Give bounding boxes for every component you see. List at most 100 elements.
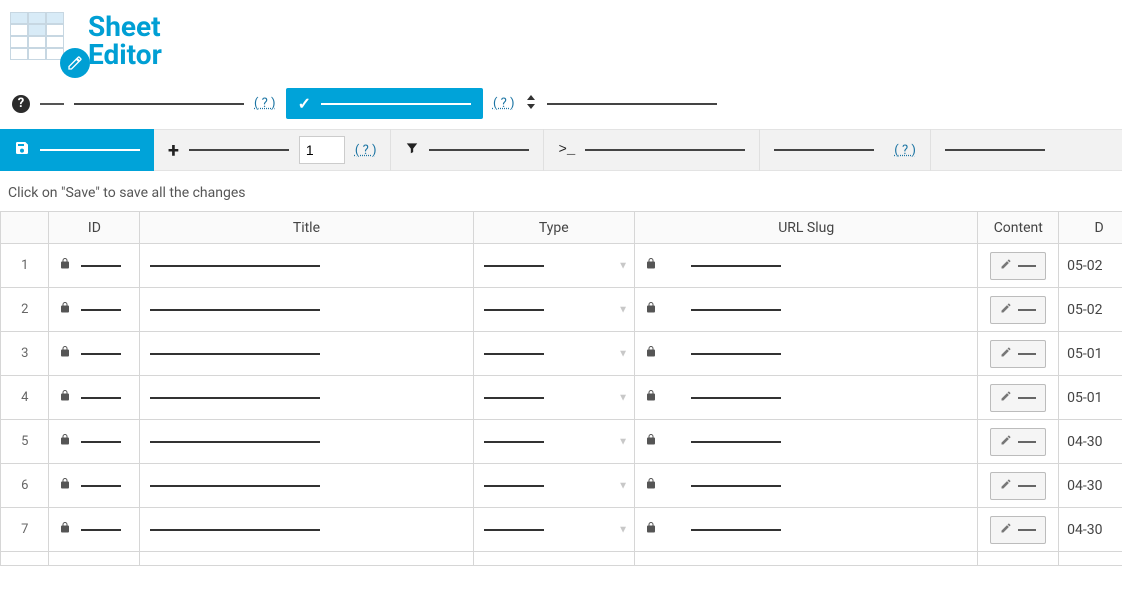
cell-slug[interactable] (635, 464, 978, 508)
pencil-circle-icon (60, 48, 90, 78)
cell-type[interactable]: ▼ (473, 376, 635, 420)
cell-type[interactable]: ▼ (473, 420, 635, 464)
spreadsheet-table: ID Title Type URL Slug Content D 1 ▼ (0, 211, 1122, 566)
toolbar: + ( ? ) >_ ( ? ) (0, 129, 1122, 171)
cell-id[interactable] (49, 288, 140, 332)
placeholder (547, 103, 717, 105)
placeholder (81, 265, 121, 267)
lock-icon (645, 433, 657, 450)
lock-icon (645, 521, 657, 538)
edit-content-button[interactable] (990, 252, 1046, 280)
col-date[interactable]: D (1059, 212, 1122, 244)
cell-id[interactable] (49, 464, 140, 508)
table-row: 5 ▼ (1, 420, 1122, 464)
active-toolbar-button[interactable]: ✓ (286, 88, 483, 119)
placeholder (1018, 397, 1036, 399)
row-number: 1 (1, 244, 49, 288)
cell-type[interactable] (473, 552, 635, 566)
rows-count-input[interactable] (299, 136, 345, 164)
placeholder (691, 529, 781, 531)
cell-slug[interactable] (635, 244, 978, 288)
cell-title[interactable] (140, 420, 473, 464)
cell-type[interactable]: ▼ (473, 332, 635, 376)
dropdown-arrow-icon: ▼ (618, 436, 628, 447)
filter-icon[interactable] (405, 141, 419, 159)
edit-content-button[interactable] (990, 516, 1046, 544)
cell-date[interactable]: 04-30 (1059, 508, 1122, 552)
cell-date[interactable]: 05-01 (1059, 376, 1122, 420)
edit-content-button[interactable] (990, 428, 1046, 456)
help-link[interactable]: ( ? ) (894, 143, 916, 158)
cell-slug[interactable] (635, 376, 978, 420)
col-slug[interactable]: URL Slug (635, 212, 978, 244)
placeholder (945, 149, 1045, 151)
cell-id[interactable] (49, 420, 140, 464)
edit-content-button[interactable] (990, 472, 1046, 500)
cell-content (978, 332, 1059, 376)
col-title[interactable]: Title (140, 212, 473, 244)
placeholder (150, 265, 320, 267)
table-row: 3 ▼ (1, 332, 1122, 376)
edit-content-button[interactable] (990, 340, 1046, 368)
lock-icon (59, 433, 71, 450)
sort-icon[interactable] (525, 95, 537, 112)
save-button[interactable] (0, 129, 154, 171)
cell-slug[interactable] (635, 332, 978, 376)
placeholder (1018, 529, 1036, 531)
cell-slug[interactable] (635, 288, 978, 332)
cell-slug[interactable] (635, 420, 978, 464)
lock-icon (59, 301, 71, 318)
plus-icon[interactable]: + (168, 138, 179, 162)
col-rownum (1, 212, 49, 244)
table-row: 6 ▼ (1, 464, 1122, 508)
placeholder (150, 485, 320, 487)
cell-title[interactable] (140, 376, 473, 420)
help-link[interactable]: ( ? ) (254, 96, 276, 111)
logo-grid-icon (10, 12, 80, 70)
col-type[interactable]: Type (473, 212, 635, 244)
cell-id[interactable] (49, 244, 140, 288)
cell-date[interactable]: 05-02 (1059, 244, 1122, 288)
cell-type[interactable]: ▼ (473, 244, 635, 288)
brand-text-2: Editor (88, 41, 162, 69)
help-link[interactable]: ( ? ) (493, 96, 515, 111)
row-number: 4 (1, 376, 49, 420)
dropdown-arrow-icon: ▼ (618, 480, 628, 491)
cell-id[interactable] (49, 376, 140, 420)
cell-type[interactable]: ▼ (473, 288, 635, 332)
cell-date[interactable]: 05-02 (1059, 288, 1122, 332)
cell-date[interactable]: 04-30 (1059, 464, 1122, 508)
cell-title[interactable] (140, 552, 473, 566)
placeholder (1018, 353, 1036, 355)
placeholder (585, 149, 745, 151)
cell-id[interactable] (49, 552, 140, 566)
dropdown-arrow-icon: ▼ (618, 524, 628, 535)
edit-content-button[interactable] (990, 384, 1046, 412)
cell-type[interactable]: ▼ (473, 508, 635, 552)
dropdown-arrow-icon: ▼ (618, 392, 628, 403)
edit-content-button[interactable] (990, 296, 1046, 324)
cell-id[interactable] (49, 332, 140, 376)
help-link[interactable]: ( ? ) (355, 143, 377, 158)
cell-type[interactable]: ▼ (473, 464, 635, 508)
cell-title[interactable] (140, 464, 473, 508)
lock-icon (59, 389, 71, 406)
cell-slug[interactable] (635, 508, 978, 552)
cell-content (978, 244, 1059, 288)
col-id[interactable]: ID (49, 212, 140, 244)
help-icon[interactable]: ? (12, 95, 30, 113)
placeholder (150, 441, 320, 443)
cell-slug[interactable] (635, 552, 978, 566)
placeholder (484, 353, 544, 355)
cell-date[interactable] (1059, 552, 1122, 566)
col-content[interactable]: Content (978, 212, 1059, 244)
cell-date[interactable]: 05-01 (1059, 332, 1122, 376)
cell-title[interactable] (140, 508, 473, 552)
cell-id[interactable] (49, 508, 140, 552)
terminal-icon[interactable]: >_ (558, 142, 575, 158)
cell-title[interactable] (140, 288, 473, 332)
placeholder (150, 353, 320, 355)
cell-title[interactable] (140, 244, 473, 288)
cell-date[interactable]: 04-30 (1059, 420, 1122, 464)
cell-title[interactable] (140, 332, 473, 376)
